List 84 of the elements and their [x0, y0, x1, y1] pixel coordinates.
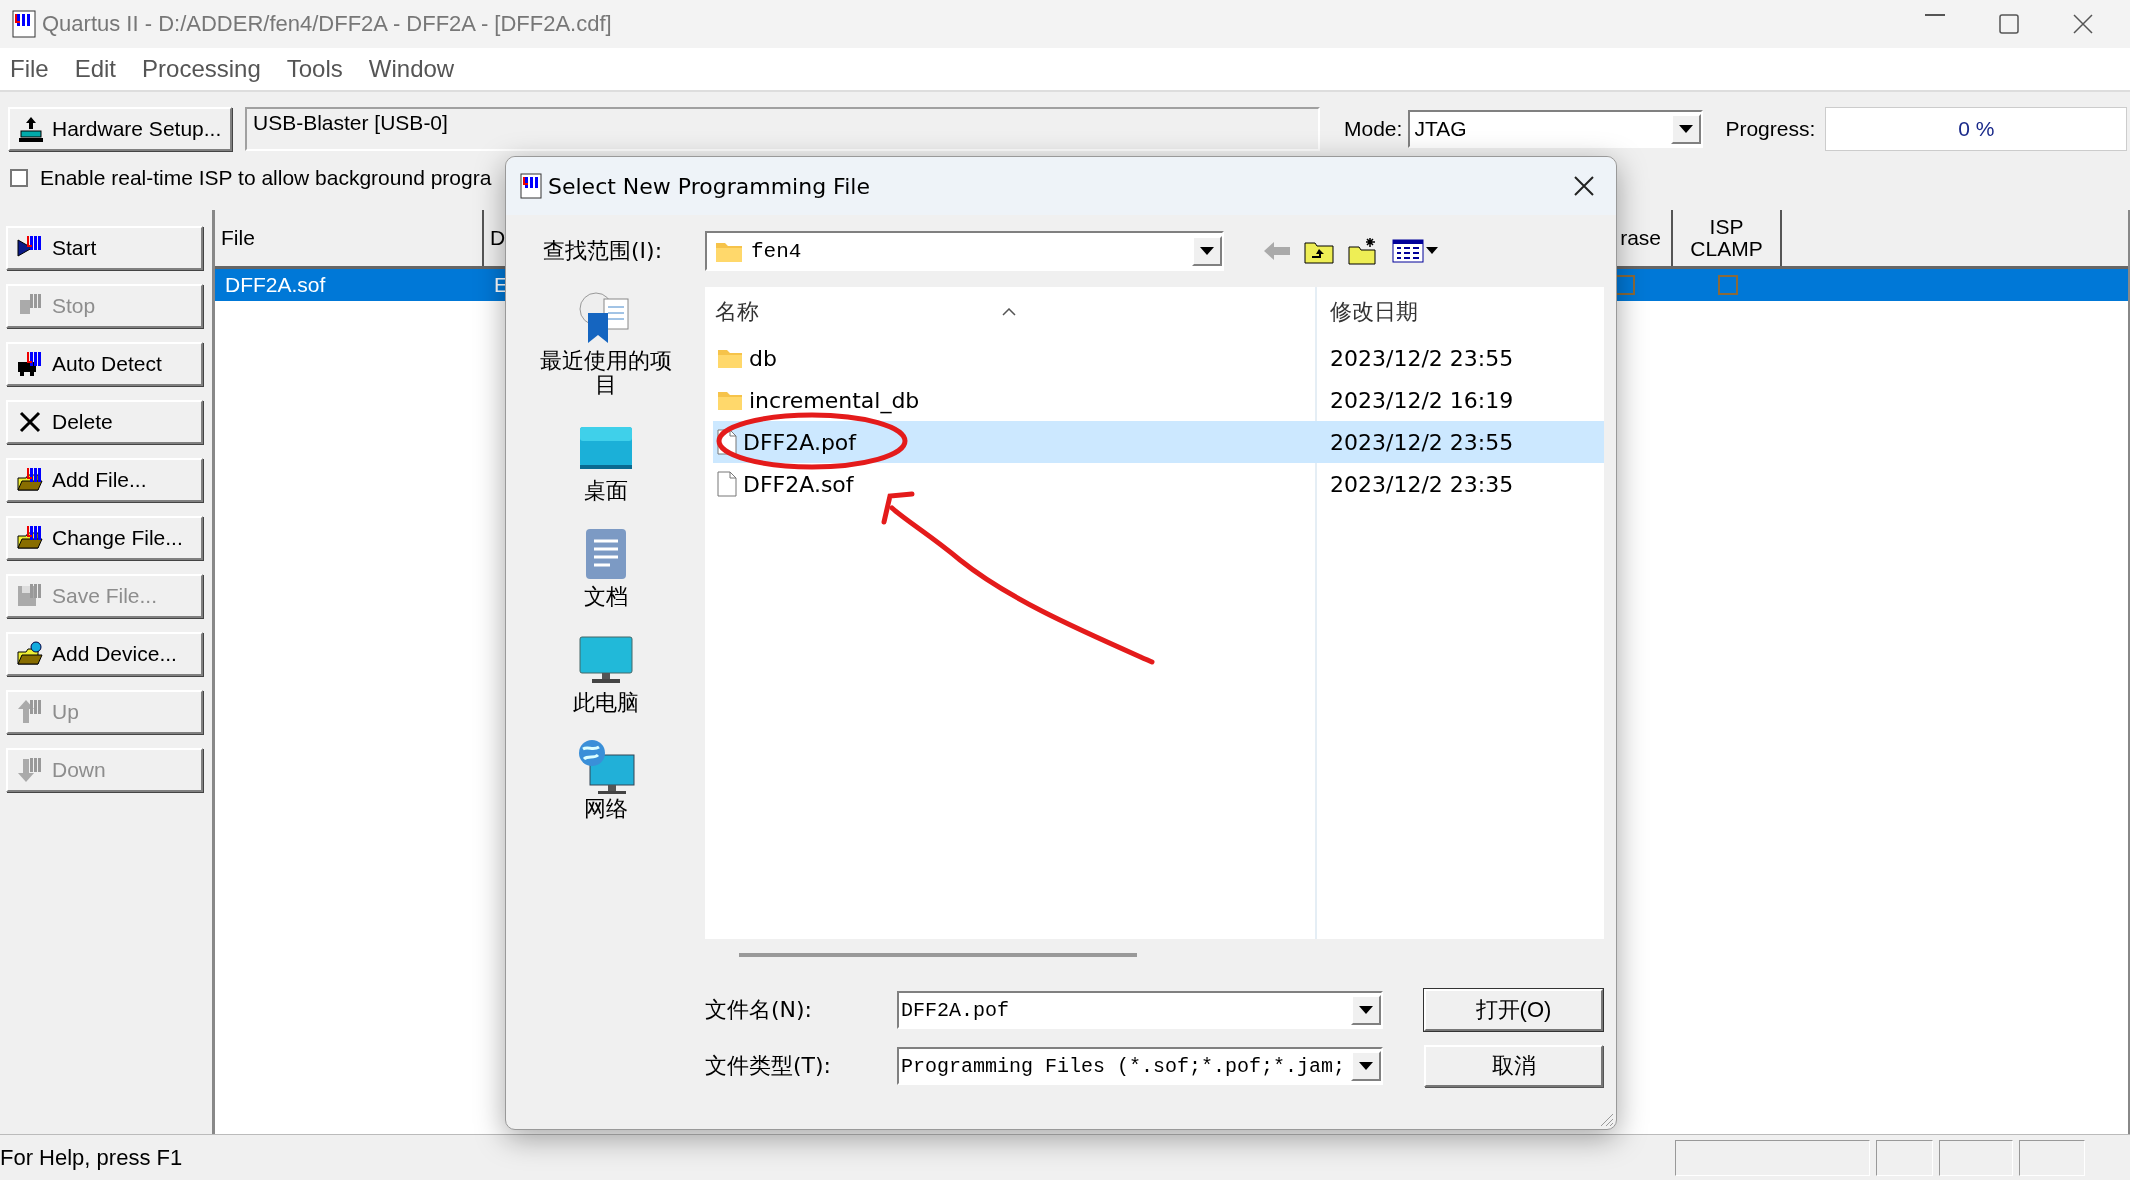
dropdown-button[interactable]	[1351, 1051, 1381, 1081]
hardware-field: USB-Blaster [USB-0]	[245, 107, 1320, 151]
field-label: 文件名(N):	[705, 996, 814, 1024]
folder-icon	[16, 524, 44, 552]
file-date: 2023/12/2 23:55	[1329, 429, 1514, 455]
action-button[interactable]: Start	[6, 226, 203, 270]
mode-dropdown[interactable]: JTAG	[1408, 110, 1704, 148]
status-pane	[2019, 1139, 2085, 1176]
file-name: DFF2A.pof	[743, 429, 857, 455]
caret-icon	[1359, 1062, 1373, 1070]
progress-label: Progress:	[1725, 117, 1816, 141]
chip-icon	[16, 350, 44, 378]
column-header[interactable]: File	[215, 210, 484, 266]
mode-label: Mode:	[1344, 117, 1403, 141]
close-icon[interactable]	[2073, 14, 2093, 34]
down-arrow-icon	[16, 756, 44, 784]
file-date: 2023/12/2 16:19	[1329, 387, 1514, 413]
file-row[interactable]: DFF2A.sof 2023/12/2 23:35	[713, 463, 1604, 505]
action-button[interactable]: Add File...	[6, 458, 203, 502]
file-type-dropdown[interactable]: Programming Files (*.sof;*.pof;*.jam;	[897, 1047, 1383, 1085]
file-name: DFF2A.sof	[743, 471, 854, 497]
file-icon	[717, 471, 737, 497]
checkbox[interactable]	[10, 169, 28, 187]
window-title: Quartus II - D:/ADDER/fen4/DFF2A - DFF2A - [DFF2A.cdf]	[42, 11, 613, 37]
file-row[interactable]: incremental_db 2023/12/2 16:19	[713, 379, 1604, 421]
close-icon[interactable]	[1574, 176, 1594, 196]
file-row[interactable]: DFF2A.pof 2023/12/2 23:55	[713, 421, 1604, 463]
field-label: 文件类型(T):	[705, 1052, 833, 1080]
action-button[interactable]: Add Device...	[6, 632, 203, 676]
dialog-title: Select New Programming File	[548, 173, 871, 199]
app-icon	[12, 10, 36, 38]
up-arrow-icon	[16, 698, 44, 726]
action-button[interactable]: Change File...	[6, 516, 203, 560]
maximize-icon[interactable]	[1999, 14, 2019, 34]
folder-name: fen4	[751, 239, 802, 263]
folder-icon	[717, 389, 743, 411]
place-item[interactable]: 网络	[530, 737, 681, 821]
status-text: For Help, press F1	[0, 1144, 184, 1171]
status-pane	[1876, 1139, 1933, 1176]
file-date: 2023/12/2 23:35	[1329, 471, 1514, 497]
dropdown-button[interactable]	[1192, 236, 1222, 266]
folder-icon	[717, 347, 743, 369]
place-item[interactable]: 桌面	[530, 419, 681, 503]
column-header[interactable]: 名称	[715, 297, 759, 327]
checkbox[interactable]	[1717, 275, 1738, 295]
file-name: db	[749, 345, 777, 371]
app-icon	[520, 173, 542, 199]
scrollbar[interactable]	[739, 953, 1137, 957]
caret-icon	[1200, 247, 1214, 255]
dropdown-button[interactable]	[1351, 995, 1381, 1025]
menu-item[interactable]: Window	[362, 55, 465, 83]
folder-dropdown[interactable]: fen4	[705, 231, 1224, 271]
dropdown-button[interactable]	[1671, 114, 1702, 144]
place-item[interactable]: 文档	[530, 525, 681, 609]
menu-item[interactable]: Processing	[136, 55, 271, 83]
new-folder-icon[interactable]	[1348, 237, 1378, 265]
file-name-field[interactable]: DFF2A.pof	[897, 991, 1383, 1029]
file-name: incremental_db	[749, 387, 920, 413]
menu-item[interactable]: Edit	[68, 55, 127, 83]
caret-icon	[1359, 1006, 1373, 1014]
field-label: 查找范围(I):	[542, 237, 664, 265]
view-menu-icon[interactable]	[1392, 239, 1438, 263]
dialog-button[interactable]: 取消	[1424, 1045, 1603, 1087]
hardware-icon	[18, 115, 44, 143]
action-button[interactable]: Delete	[6, 400, 203, 444]
column-header[interactable]: ISP CLAMP	[1673, 210, 1782, 266]
dialog-button[interactable]: 打开(O)	[1424, 989, 1603, 1031]
file-row[interactable]: db 2023/12/2 23:55	[713, 337, 1604, 379]
hardware-setup-button[interactable]: Hardware Setup...	[8, 107, 232, 151]
folder-icon	[16, 640, 44, 668]
sort-caret-icon	[1002, 308, 1016, 316]
checkbox-label: Enable real-time ISP to allow background progra	[40, 166, 492, 190]
caret-icon	[1679, 125, 1694, 133]
folder-icon	[16, 466, 44, 494]
table-cell: DFF2A.sof	[225, 273, 326, 297]
action-button[interactable]: Auto Detect	[6, 342, 203, 386]
file-date: 2023/12/2 23:55	[1329, 345, 1514, 371]
resize-grip-icon	[1598, 1111, 1614, 1127]
progress-field: 0 %	[1825, 107, 2128, 151]
column-header[interactable]: 修改日期	[1316, 297, 1418, 327]
menu-item[interactable]: Tools	[280, 55, 353, 83]
menu-item[interactable]: File	[4, 55, 59, 83]
place-item[interactable]: 最近使用的项目	[530, 289, 681, 397]
place-item[interactable]: 此电脑	[530, 631, 681, 715]
